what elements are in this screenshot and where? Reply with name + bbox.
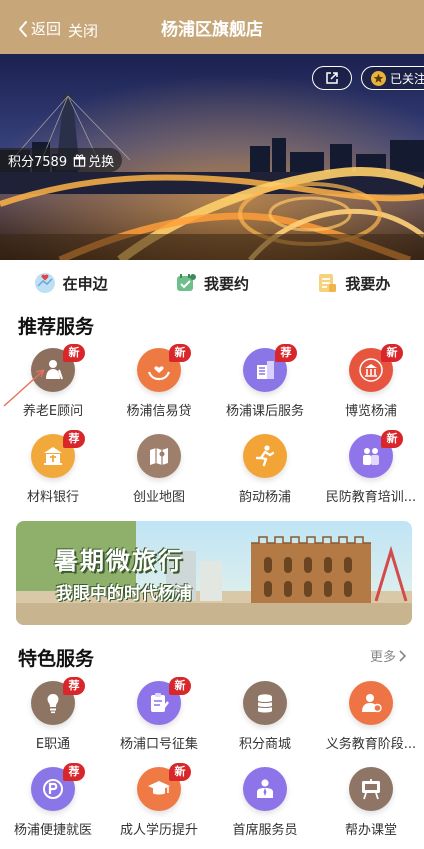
service-label: 杨浦信易贷 [126, 404, 192, 419]
quick-tab-handle[interactable]: 我要办 [283, 260, 424, 306]
service-expo[interactable]: 新 博览杨浦 [318, 344, 424, 434]
service-elderly-advisor[interactable]: 新 养老E顾问 [0, 344, 106, 434]
service-slogan[interactable]: 新 杨浦口号征集 [106, 677, 212, 767]
chevron-right-icon [399, 649, 407, 662]
quick-tab-label: 在申边 [62, 274, 108, 293]
service-label: 民防教育培训... [325, 490, 417, 505]
close-button[interactable]: 关闭 [68, 22, 98, 40]
quick-tab-nearby[interactable]: 在申边 [0, 260, 141, 306]
service-label: 博览杨浦 [344, 404, 397, 419]
service-label: 杨浦口号征集 [119, 737, 198, 752]
service-e-job[interactable]: 荐 E职通 [0, 677, 106, 767]
quick-tab-label: 我要办 [345, 274, 391, 293]
coins-icon [243, 681, 287, 725]
exchange-label: 兑换 [88, 154, 115, 170]
student-icon [349, 681, 393, 725]
summer-travel-banner[interactable]: 暑期微旅行 我眼中的时代杨浦 [16, 521, 412, 625]
store-banner: 已关注 积分7589 兑换 [0, 54, 424, 260]
quick-tab-label: 我要约 [203, 274, 249, 293]
service-compulsory-education[interactable]: 义务教育阶段... [318, 681, 424, 767]
service-label: 杨浦便捷就医 [13, 823, 92, 838]
recommend-badge: 荐 [63, 763, 85, 781]
quick-tabs: 在申边 我要约 我要办 [0, 260, 424, 306]
new-badge: 新 [169, 677, 191, 695]
star-icon [371, 70, 386, 86]
recommend-badge: 荐 [63, 430, 85, 448]
service-medical[interactable]: 荐 杨浦便捷就医 [0, 763, 106, 849]
service-startup-map[interactable]: 创业地图 [106, 434, 212, 520]
staff-icon [243, 767, 287, 811]
share-icon [326, 72, 338, 84]
exchange-button[interactable]: 兑换 [73, 151, 114, 170]
back-label: 返回 [31, 20, 62, 38]
service-label: 积分商城 [238, 737, 291, 752]
service-label: 材料银行 [26, 490, 79, 505]
service-label: E职通 [35, 737, 71, 752]
service-label: 成人学历提升 [119, 823, 198, 838]
runner-icon [243, 434, 287, 478]
service-material-bank[interactable]: 荐 材料银行 [0, 430, 106, 520]
navigation-bar: 返回 关闭 杨浦区旗舰店 [0, 0, 424, 54]
service-label: 义务教育阶段... [325, 737, 417, 752]
service-civil-defense[interactable]: 新 民防教育培训... [318, 430, 424, 520]
service-sports[interactable]: 韵动杨浦 [212, 434, 318, 520]
easel-icon [349, 767, 393, 811]
new-badge: 新 [63, 344, 85, 362]
page-title: 杨浦区旗舰店 [161, 20, 263, 40]
service-points-mall[interactable]: 积分商城 [212, 681, 318, 767]
points-display: 积分7589 兑换 [0, 148, 123, 172]
follow-button[interactable]: 已关注 [361, 66, 424, 90]
more-label: 更多 [369, 650, 396, 665]
service-label: 创业地图 [132, 490, 185, 505]
gift-icon [73, 154, 86, 167]
section-title: 特色服务 [18, 648, 95, 670]
service-label: 首席服务员 [232, 823, 298, 838]
section-title: 推荐服务 [18, 316, 95, 338]
promo-subtitle: 我眼中的时代杨浦 [56, 584, 192, 604]
points-label: 积分7589 [8, 154, 68, 170]
new-badge: 新 [381, 430, 403, 448]
more-link[interactable]: 更多 [370, 646, 408, 665]
featured-grid: 荐 E职通 新 杨浦口号征集 积分商城 义务教育阶段... 荐 杨浦便捷就医 新… [0, 677, 424, 849]
service-label: 韵动杨浦 [238, 490, 291, 505]
map-icon [137, 434, 181, 478]
promo-title: 暑期微旅行 [54, 547, 184, 575]
service-after-school[interactable]: 荐 杨浦课后服务 [212, 344, 318, 434]
back-button[interactable]: 返回 [18, 18, 61, 39]
service-label: 养老E顾问 [22, 404, 84, 419]
service-help-class[interactable]: 帮办课堂 [318, 767, 424, 849]
calendar-check-icon [176, 274, 196, 291]
new-badge: 新 [381, 344, 403, 362]
quick-tab-appointment[interactable]: 我要约 [141, 260, 282, 306]
service-chief-attendant[interactable]: 首席服务员 [212, 767, 318, 849]
chevron-left-icon [19, 20, 27, 37]
document-icon [319, 274, 337, 292]
recommend-badge: 荐 [275, 344, 297, 362]
share-button[interactable] [312, 66, 352, 90]
new-badge: 新 [169, 344, 191, 362]
follow-label: 已关注 [390, 71, 424, 86]
new-badge: 新 [169, 763, 191, 781]
service-label: 杨浦课后服务 [225, 404, 304, 419]
heart-map-icon [34, 273, 55, 293]
service-label: 帮办课堂 [344, 823, 397, 838]
service-adult-education[interactable]: 新 成人学历提升 [106, 763, 212, 849]
recommend-badge: 荐 [63, 677, 85, 695]
recommended-grid: 新 养老E顾问 新 杨浦信易贷 荐 杨浦课后服务 新 博览杨浦 荐 材料银行 创… [0, 344, 424, 520]
service-credit-loan[interactable]: 新 杨浦信易贷 [106, 344, 212, 434]
